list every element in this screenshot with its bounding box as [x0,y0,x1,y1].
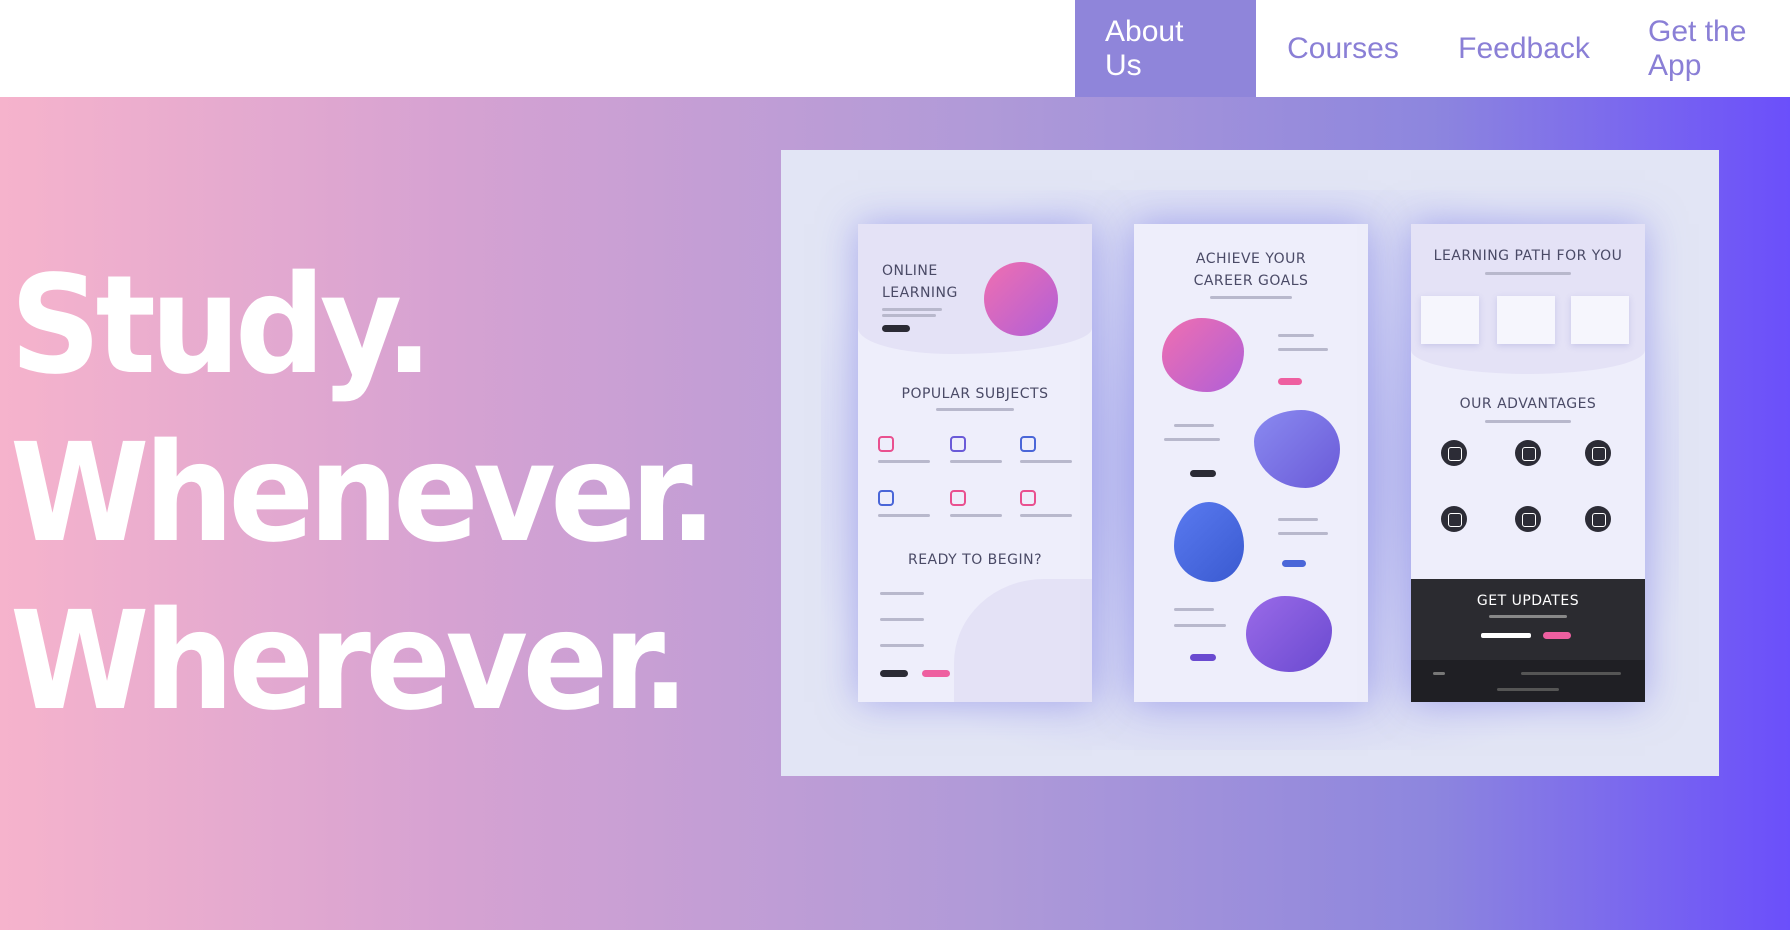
mock-cta-button [882,325,910,332]
mock-text-line [1521,672,1621,675]
mock-title-career-goals: ACHIEVE YOUR CAREER GOALS [1193,251,1309,289]
mock-path-card [1571,296,1629,344]
mock-text-line [1278,518,1318,521]
mock-button [1282,560,1306,567]
mock-button [922,670,950,677]
mock-text-line [1164,438,1220,441]
hero-section: Study. Whenever. Wherever. ONLINE LEARNI… [0,97,1790,930]
mock-subscribe-button [1543,632,1571,639]
mock-footer [1411,660,1645,702]
mock-title-our-advantages: OUR ADVANTAGES [1459,396,1597,412]
mock-advantage-icon [1585,506,1611,532]
mock-title-ready-to-begin: READY TO BEGIN? [907,552,1043,568]
mock-advantage-icon [1585,440,1611,466]
mock-community-icon [1254,410,1340,488]
mock-team-icon [1162,318,1244,392]
mock-subject-icon [1020,436,1036,452]
mock-subject-icon [950,490,966,506]
nav-item-courses[interactable]: Courses [1256,0,1430,97]
mock-advantage-icon [1441,440,1467,466]
mock-button [1190,470,1216,477]
mock-subject-icon [878,436,894,452]
mock-text-line [878,460,930,463]
mock-text-line [1485,272,1571,275]
mock-laptop-icon [1246,596,1332,672]
nav-item-about-us[interactable]: About Us [1075,0,1256,97]
mock-text-line [880,618,924,621]
mock-text-line [1174,424,1214,427]
mock-advantage-icon [1441,506,1467,532]
mock-text-line [882,308,942,311]
nav-item-get-the-app[interactable]: Get the App [1618,0,1790,97]
mock-email-field [1481,633,1531,638]
mock-text-line [1497,688,1559,691]
nav-item-feedback[interactable]: Feedback [1430,0,1618,97]
mock-text-line [878,514,930,517]
mock-text-line [1020,514,1072,517]
mock-text-line [882,314,936,317]
mockup-panel-career-goals: ACHIEVE YOUR CAREER GOALS [1134,224,1368,702]
mock-advantage-icon [1515,440,1541,466]
mock-button [880,670,908,677]
mock-text-line [1278,532,1328,535]
mock-text-line [950,514,1002,517]
mock-path-card [1497,296,1555,344]
main-nav: About Us Courses Feedback Get the App [1075,0,1790,97]
mockup-panel-learning-path: LEARNING PATH FOR YOU OUR ADVANTAGES GET… [1411,224,1645,702]
hero-line-whenever: Whenever. [10,415,717,573]
top-navigation-bar: About Us Courses Feedback Get the App [0,0,1790,97]
mock-title-get-updates: GET UPDATES [1476,593,1580,609]
mock-text-line [1433,672,1445,675]
mock-text-line [936,408,1014,411]
hero-line-wherever: Wherever. [10,583,689,741]
mock-video-laptop-icon [984,262,1058,336]
mock-bg-shape [954,579,1092,702]
mock-text-line [1174,624,1226,627]
mock-subject-icon [878,490,894,506]
mock-award-icon [1174,502,1244,582]
mock-title-popular-subjects: POPULAR SUBJECTS [901,386,1049,402]
hero-line-study: Study. [10,247,433,405]
mock-button [1278,378,1302,385]
mockup-panel-online-learning: ONLINE LEARNING POPULAR SUBJECTS READY T… [858,224,1092,702]
mock-path-card [1421,296,1479,344]
mock-text-line [880,644,924,647]
mock-text-line [1020,460,1072,463]
mock-text-line [1278,334,1314,337]
mock-subject-icon [950,436,966,452]
mock-text-line [950,460,1002,463]
mock-advantage-icon [1515,506,1541,532]
mock-button [1190,654,1216,661]
mock-text-line [1485,420,1571,423]
mock-subject-icon [1020,490,1036,506]
mock-text-line [1210,296,1292,299]
mock-text-line [1174,608,1214,611]
website-mockup-image: ONLINE LEARNING POPULAR SUBJECTS READY T… [781,150,1719,776]
mock-text-line [1489,615,1567,618]
mock-text-line [1278,348,1328,351]
hero-headline: Study. Whenever. Wherever. [10,242,717,746]
mock-title-learning-path: LEARNING PATH FOR YOU [1433,248,1623,264]
mock-text-line [880,592,924,595]
